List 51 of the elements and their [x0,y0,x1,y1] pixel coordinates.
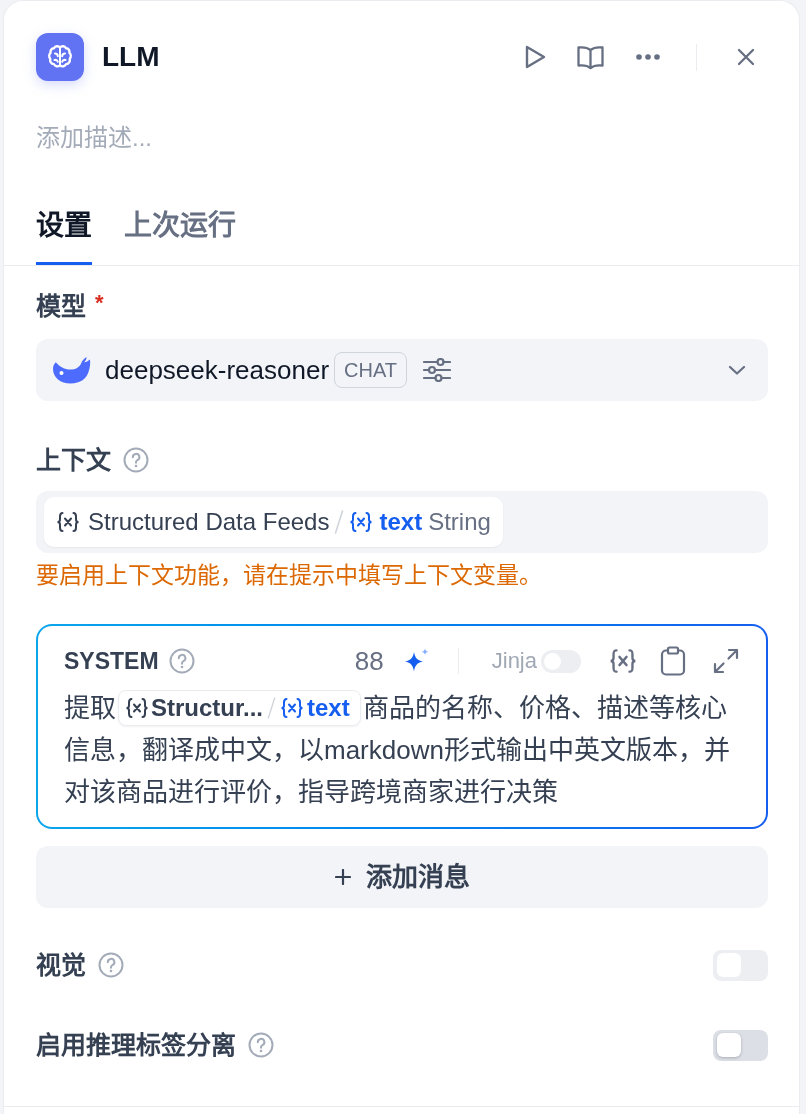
help-icon [168,648,195,674]
add-message-button[interactable]: 添加消息 [36,846,768,908]
description-field[interactable]: 添加描述... [36,122,768,154]
field-label: 模型 [36,291,86,322]
sliders-icon[interactable] [423,358,451,382]
help-icon [123,447,149,473]
variable-icon [349,511,374,533]
required-mark: * [95,289,104,317]
model-select[interactable]: deepseek-reasoner CHAT [36,339,768,401]
jinja-label: Jinja [491,647,537,675]
switch-label: 视觉 [36,950,86,981]
prompt-text: 商品的名称、价格、描述等核心 [362,692,727,725]
model-name: deepseek-reasoner [105,354,330,387]
warning-text: 要启用上下文功能，请在提示中填写上下文变量。 [36,561,543,590]
variable-name: text [379,507,423,537]
brain-icon [36,33,84,81]
tab[interactable]: 设置 [36,204,92,265]
context-field[interactable]: Structured Data Feeds text String [36,491,768,553]
close-icon[interactable] [737,48,755,66]
slash-icon [267,697,277,719]
prompt-input-field[interactable]: 提取 Structur... text 商品的名称、价格、描述等核心 信息，翻译成中文，以markdown形式输出中英文版本，并 对该商品进行评价，指导跨境商家进行决策 [64,687,740,813]
variable-insert-icon[interactable] [608,648,638,674]
whale-icon [51,355,92,385]
toggle-switch[interactable] [713,1029,768,1061]
prompt-text: 信息，翻译成中文，以markdown形式输出中英文版本，并 [64,734,730,767]
prompt-text: 对该商品进行评价，指导跨境商家进行决策 [64,776,558,809]
slash-icon [334,510,345,534]
book-icon[interactable] [577,44,604,70]
plus-icon [334,869,351,885]
variable-icon [56,511,80,533]
more-icon[interactable] [636,54,660,60]
prompt-text: 提取 [64,692,116,725]
switch-label: 启用推理标签分离 [36,1030,236,1061]
help-icon [248,1032,274,1058]
play-icon[interactable] [525,45,546,69]
chevron-down-icon [728,365,746,375]
role-label: SYSTEM [64,647,159,676]
variable-icon [280,697,305,719]
node-title: LLM [102,40,160,74]
variable-icon [125,697,149,719]
field-label: 上下文 [36,445,111,476]
clipboard-icon[interactable] [660,646,686,676]
variable-node-name: Structured Data Feeds [88,507,330,537]
character-count: 88 [354,646,384,676]
expand-icon[interactable] [712,647,740,675]
variable-name: text [307,694,350,722]
model-mode-badge: CHAT [334,352,407,388]
variable-type: String [428,507,491,537]
help-icon [98,952,124,978]
variable-node-name: Structur... [151,694,264,722]
tab[interactable]: 上次运行 [124,204,236,265]
